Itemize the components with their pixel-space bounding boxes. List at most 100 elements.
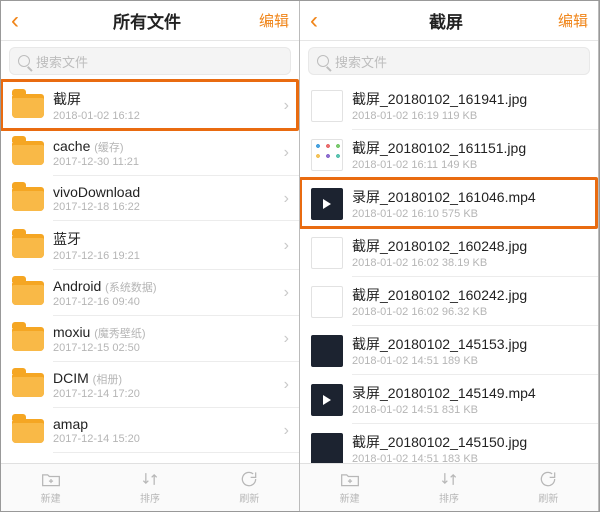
file-name: 截屏_20180102_145153.jpg	[352, 334, 588, 354]
chevron-right-icon: ›	[284, 237, 289, 255]
toolbar-refresh[interactable]: 刷新	[499, 464, 598, 511]
refresh-icon	[239, 470, 259, 488]
search-container: 搜索文件	[1, 41, 299, 81]
page-title: 所有文件	[113, 8, 181, 33]
chevron-right-icon: ›	[284, 422, 289, 440]
folder-icon	[11, 371, 45, 399]
file-thumbnail	[310, 288, 344, 316]
folder-row[interactable]: amap 2017-12-14 15:20 ›	[1, 408, 299, 453]
file-row[interactable]: 截屏_20180102_145150.jpg 2018-01-02 14:51 …	[300, 424, 598, 463]
folder-name: 蓝牙	[53, 229, 280, 249]
file-meta: 2018-01-02 16:02 96.32 KB	[352, 306, 588, 318]
chevron-right-icon: ›	[284, 97, 289, 115]
file-row[interactable]: 截屏_20180102_160242.jpg 2018-01-02 16:02 …	[300, 277, 598, 326]
file-thumbnail	[310, 190, 344, 218]
edit-button[interactable]: 编辑	[558, 10, 588, 31]
folder-row[interactable]: vivoDownload 2017-12-18 16:22 ›	[1, 176, 299, 221]
bottom-toolbar: 新建 排序 刷新	[300, 463, 598, 511]
folder-name: Android (系统数据)	[53, 278, 280, 295]
toolbar-sort[interactable]: 排序	[399, 464, 498, 511]
file-row[interactable]: 录屏_20180102_145149.mp4 2018-01-02 14:51 …	[300, 375, 598, 424]
edit-button[interactable]: 编辑	[259, 10, 289, 31]
back-button[interactable]: ‹	[310, 9, 334, 33]
file-thumbnail	[310, 435, 344, 463]
search-input[interactable]: 搜索文件	[9, 47, 291, 75]
nav-bar: ‹ 截屏 编辑	[300, 1, 598, 41]
file-meta: 2018-01-02 16:02 38.19 KB	[352, 257, 588, 269]
file-name: 截屏_20180102_160248.jpg	[352, 236, 588, 256]
file-meta: 2018-01-02 14:51 189 KB	[352, 355, 588, 367]
folder-row[interactable]: cache (缓存) 2017-12-30 11:21 ›	[1, 130, 299, 176]
folder-row[interactable]: Android (系统数据) 2017-12-16 09:40 ›	[1, 270, 299, 316]
file-row[interactable]: 截屏_20180102_160248.jpg 2018-01-02 16:02 …	[300, 228, 598, 277]
folder-name: amap	[53, 416, 280, 432]
page-title: 截屏	[429, 8, 463, 33]
search-placeholder: 搜索文件	[36, 52, 88, 71]
file-thumbnail	[310, 337, 344, 365]
folder-row[interactable]: 截屏 2018-01-02 16:12 ›	[1, 81, 299, 130]
file-name: 截屏_20180102_145150.jpg	[352, 432, 588, 452]
new-folder-icon	[41, 470, 61, 488]
toolbar-sort[interactable]: 排序	[100, 464, 199, 511]
file-row[interactable]: 截屏_20180102_145153.jpg 2018-01-02 14:51 …	[300, 326, 598, 375]
folder-meta: 2017-12-14 15:20	[53, 433, 280, 445]
chevron-right-icon: ›	[284, 330, 289, 348]
file-thumbnail	[310, 92, 344, 120]
folder-name: 截屏	[53, 89, 280, 109]
file-thumbnail	[310, 386, 344, 414]
file-row[interactable]: 截屏_20180102_161941.jpg 2018-01-02 16:19 …	[300, 81, 598, 130]
file-meta: 2018-01-02 16:19 119 KB	[352, 110, 588, 122]
search-input[interactable]: 搜索文件	[308, 47, 590, 75]
chevron-right-icon: ›	[284, 144, 289, 162]
folder-icon	[11, 92, 45, 120]
chevron-right-icon: ›	[284, 284, 289, 302]
folder-icon	[11, 185, 45, 213]
file-name: 录屏_20180102_145149.mp4	[352, 383, 588, 403]
file-list: 截屏_20180102_161941.jpg 2018-01-02 16:19 …	[300, 81, 598, 463]
file-name: 截屏_20180102_160242.jpg	[352, 285, 588, 305]
toolbar-new[interactable]: 新建	[1, 464, 100, 511]
folder-row[interactable]: DCIM (相册) 2017-12-14 17:20 ›	[1, 362, 299, 408]
folder-icon	[11, 417, 45, 445]
search-placeholder: 搜索文件	[335, 52, 387, 71]
file-row[interactable]: 录屏_20180102_161046.mp4 2018-01-02 16:10 …	[300, 179, 598, 228]
chevron-left-icon: ‹	[310, 9, 318, 33]
folder-icon	[11, 139, 45, 167]
folder-meta: 2018-01-02 16:12	[53, 110, 280, 122]
folder-name: moxiu (魔秀壁纸)	[53, 324, 280, 341]
folder-row[interactable]: moxiu (魔秀壁纸) 2017-12-15 02:50 ›	[1, 316, 299, 362]
folder-icon	[11, 279, 45, 307]
chevron-right-icon: ›	[284, 376, 289, 394]
folder-meta: 2017-12-16 19:21	[53, 250, 280, 262]
folder-row[interactable]: 蓝牙 2017-12-16 19:21 ›	[1, 221, 299, 270]
file-thumbnail	[310, 239, 344, 267]
file-name: 录屏_20180102_161046.mp4	[352, 187, 588, 207]
bottom-toolbar: 新建 排序 刷新	[1, 463, 299, 511]
folder-name: cache (缓存)	[53, 138, 280, 155]
search-icon	[317, 55, 329, 67]
folder-meta: 2017-12-18 16:22	[53, 201, 280, 213]
file-meta: 2018-01-02 16:10 575 KB	[352, 208, 588, 220]
refresh-icon	[538, 470, 558, 488]
file-thumbnail	[310, 141, 344, 169]
toolbar-refresh[interactable]: 刷新	[200, 464, 299, 511]
search-icon	[18, 55, 30, 67]
back-button[interactable]: ‹	[11, 9, 35, 33]
search-container: 搜索文件	[300, 41, 598, 81]
pane-folder-detail: ‹ 截屏 编辑 搜索文件 截屏_20180102_161941.jpg 2018…	[300, 1, 599, 511]
folder-name: DCIM (相册)	[53, 370, 280, 387]
folder-meta: 2017-12-16 09:40	[53, 296, 280, 308]
new-folder-icon	[340, 470, 360, 488]
file-meta: 2018-01-02 14:51 831 KB	[352, 404, 588, 416]
folder-meta: 2017-12-30 11:21	[53, 156, 280, 168]
file-row[interactable]: 截屏_20180102_161151.jpg 2018-01-02 16:11 …	[300, 130, 598, 179]
folder-icon	[11, 325, 45, 353]
play-icon	[312, 189, 342, 219]
toolbar-new[interactable]: 新建	[300, 464, 399, 511]
chevron-left-icon: ‹	[11, 9, 19, 33]
play-icon	[312, 385, 342, 415]
nav-bar: ‹ 所有文件 编辑	[1, 1, 299, 41]
file-name: 截屏_20180102_161151.jpg	[352, 138, 588, 158]
sort-icon	[439, 470, 459, 488]
folder-meta: 2017-12-15 02:50	[53, 342, 280, 354]
